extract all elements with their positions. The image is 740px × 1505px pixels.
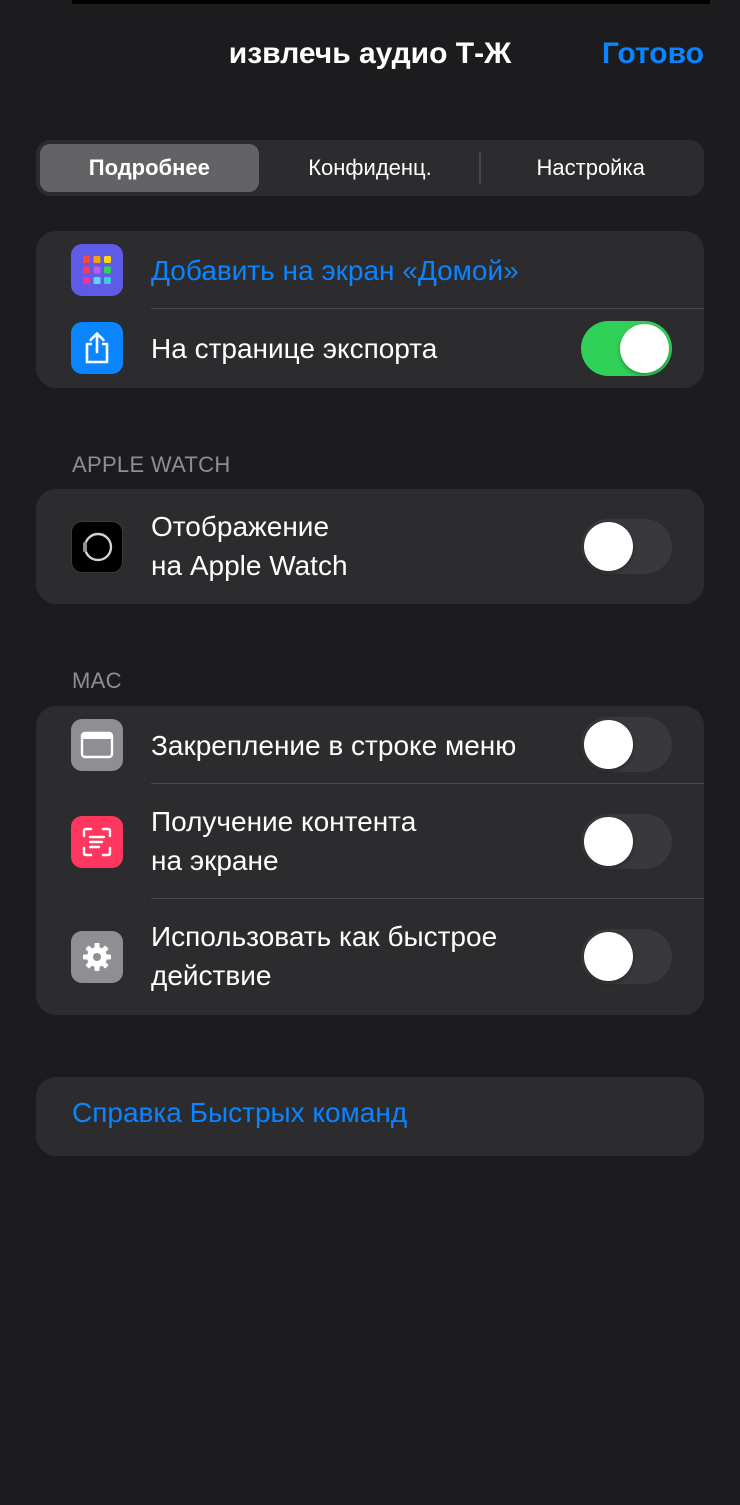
show-on-watch-line1: Отображение bbox=[151, 511, 330, 542]
gear-icon bbox=[71, 931, 123, 983]
share-sheet-toggle[interactable] bbox=[581, 321, 672, 376]
menu-bar-row: Закрепление в строке меню bbox=[36, 706, 704, 784]
add-to-home-row[interactable]: Добавить на экран «Домой» bbox=[36, 231, 704, 309]
screen-content-line1: Получение контента bbox=[151, 806, 417, 837]
menu-bar-toggle[interactable] bbox=[581, 717, 672, 772]
top-bar bbox=[72, 0, 710, 4]
toggle-knob bbox=[620, 324, 669, 373]
menu-bar-label: Закрепление в строке меню bbox=[151, 730, 517, 761]
quick-action-line1: Использовать как быстрое bbox=[151, 921, 498, 952]
section-header-mac: MAC bbox=[72, 668, 122, 693]
menu-bar-window-icon bbox=[71, 719, 123, 771]
text-scan-icon bbox=[71, 816, 123, 868]
quick-action-line2: действие bbox=[151, 960, 272, 991]
apple-watch-icon bbox=[71, 521, 123, 573]
share-sheet-label: На странице экспорта bbox=[151, 333, 438, 364]
shortcuts-help-link[interactable]: Справка Быстрых команд bbox=[72, 1097, 407, 1129]
tab-setup[interactable]: Настройка bbox=[481, 144, 700, 192]
screen-content-line2: на экране bbox=[151, 845, 279, 876]
quick-action-label: Использовать как быстрое действие bbox=[151, 917, 497, 995]
show-on-watch-row: Отображение на Apple Watch bbox=[36, 489, 704, 604]
show-on-watch-toggle[interactable] bbox=[581, 519, 672, 574]
share-sheet-row: На странице экспорта bbox=[36, 309, 704, 388]
toggle-knob bbox=[584, 817, 633, 866]
show-on-watch-label: Отображение на Apple Watch bbox=[151, 507, 348, 585]
done-button[interactable]: Готово bbox=[602, 34, 704, 74]
add-to-home-label[interactable]: Добавить на экран «Домой» bbox=[151, 251, 519, 290]
general-group: Добавить на экран «Домой» На странице эк… bbox=[36, 231, 704, 388]
toggle-knob bbox=[584, 522, 633, 571]
tab-details[interactable]: Подробнее bbox=[40, 144, 259, 192]
app-grid-icon bbox=[71, 244, 123, 296]
toggle-knob bbox=[584, 932, 633, 981]
show-on-watch-line2: на Apple Watch bbox=[151, 550, 348, 581]
quick-action-row: Использовать как быстрое действие bbox=[36, 899, 704, 1015]
apple-watch-group: Отображение на Apple Watch bbox=[36, 489, 704, 604]
screen-content-label: Получение контента на экране bbox=[151, 802, 416, 880]
screen-content-toggle[interactable] bbox=[581, 814, 672, 869]
screen-content-row: Получение контента на экране bbox=[36, 784, 704, 899]
mac-group: Закрепление в строке меню Получение конт… bbox=[36, 706, 704, 1015]
segmented-control: Подробнее Конфиденц. Настройка bbox=[36, 140, 704, 196]
quick-action-toggle[interactable] bbox=[581, 929, 672, 984]
toggle-knob bbox=[584, 720, 633, 769]
section-header-apple-watch: APPLE WATCH bbox=[72, 452, 231, 477]
share-icon bbox=[71, 322, 123, 374]
tab-privacy[interactable]: Конфиденц. bbox=[261, 144, 480, 192]
